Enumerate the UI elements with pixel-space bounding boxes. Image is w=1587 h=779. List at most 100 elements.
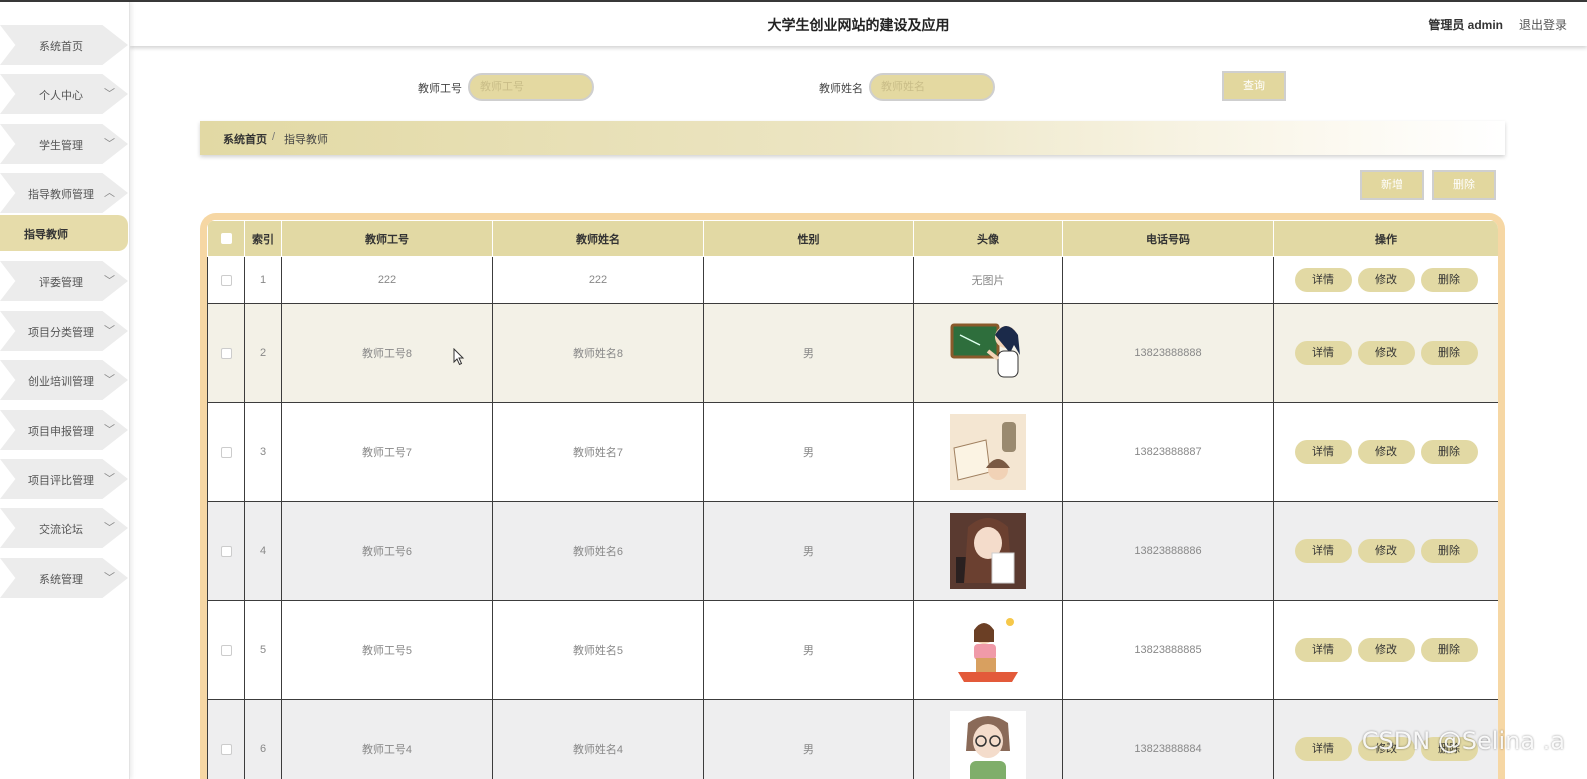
row-select-cell [207,303,245,403]
delete-button[interactable]: 删除 [1420,638,1478,662]
chevron-down-icon: ﹀ [104,374,115,386]
edit-button[interactable]: 修改 [1357,341,1415,365]
row-checkbox[interactable] [220,644,232,656]
sidebar-item-judges[interactable]: 评委管理 ﹀ [0,261,128,301]
teacher-name-cell: 222 [492,256,704,304]
sidebar-item-system[interactable]: 系统管理 ﹀ [0,558,128,598]
delete-button[interactable]: 删除 [1420,539,1478,563]
table-row: 4 教师工号6 教师姓名6 男 13823888886 详情 修改 删除 [207,501,1498,601]
detail-button[interactable]: 详情 [1294,737,1352,761]
table-row: 1 222 222 无图片 详情 修改 删除 [207,256,1498,304]
chevron-down-icon: ﹀ [104,275,115,287]
sidebar-item-project-review[interactable]: 项目评比管理 ﹀ [0,459,128,499]
index-cell: 6 [244,699,282,779]
teacher-table: 索引 教师工号 教师姓名 性别 头像 电话号码 操作 1 222 222 无图片… [207,220,1498,779]
index-cell: 5 [244,600,282,700]
sidebar-item-personal-center[interactable]: 个人中心 ﹀ [0,74,128,114]
sidebar: 系统首页 个人中心 ﹀ 学生管理 ﹀ 指导教师管理 ︿ 指导教师 评委管理 ﹀ … [0,2,130,779]
row-checkbox[interactable] [220,446,232,458]
gender-cell: 男 [703,501,914,601]
detail-button[interactable]: 详情 [1294,268,1352,292]
gender-cell [703,256,914,304]
avatar-cell [913,501,1063,601]
teacher-id-label: 教师工号 [418,83,462,95]
breadcrumb-home[interactable]: 系统首页 [223,131,267,147]
sidebar-item-students[interactable]: 学生管理 ﹀ [0,124,128,164]
row-checkbox[interactable] [220,347,232,359]
column-header: 教师姓名 [492,220,704,257]
sidebar-subitem-teachers[interactable]: 指导教师 [0,215,128,251]
sidebar-item-project-category[interactable]: 项目分类管理 ﹀ [0,311,128,351]
chevron-down-icon: ﹀ [104,138,115,150]
teacher-at-desk-image [950,612,1026,688]
chevron-down-icon: ﹀ [104,572,115,584]
reading-book-image [950,414,1026,490]
select-all-checkbox[interactable] [220,233,232,245]
teacher-name-input[interactable] [869,73,995,101]
delete-button[interactable]: 删除 [1420,268,1478,292]
teacher-id-input[interactable] [468,73,594,101]
logout-link[interactable]: 退出登录 [1519,16,1567,33]
breadcrumb-separator: / [272,131,276,143]
teacher-id-cell: 教师工号7 [281,402,493,502]
column-header: 教师工号 [281,220,493,257]
current-user: 管理员 admin [1428,18,1503,32]
detail-button[interactable]: 详情 [1294,440,1352,464]
column-header: 索引 [244,220,282,257]
edit-button[interactable]: 修改 [1357,539,1415,563]
query-button[interactable]: 查询 [1222,71,1286,101]
table-row: 6 教师工号4 教师姓名4 男 13823888884 详情修改 删除 [207,699,1498,779]
index-cell: 2 [244,303,282,403]
sidebar-item-teachers[interactable]: 指导教师管理 ︿ [0,173,128,213]
teacher-id-cell: 教师工号4 [281,699,493,779]
phone-cell: 13823888885 [1062,600,1274,700]
teacher-id-cell: 教师工号6 [281,501,493,601]
phone-cell: 13823888884 [1062,699,1274,779]
row-checkbox[interactable] [220,274,232,286]
teacher-blackboard-image [950,323,1020,378]
bulk-delete-button[interactable]: 删除 [1432,170,1496,200]
edit-button[interactable]: 修改 [1357,638,1415,662]
chevron-down-icon: ﹀ [104,424,115,436]
row-checkbox[interactable] [220,545,232,557]
table-header-row: 索引 教师工号 教师姓名 性别 头像 电话号码 操作 [207,220,1498,257]
row-checkbox[interactable] [220,743,232,755]
gender-cell: 男 [703,303,914,403]
teacher-id-cell: 教师工号5 [281,600,493,700]
avatar-cell [913,303,1063,403]
gender-cell: 男 [703,699,914,779]
sidebar-item-forum[interactable]: 交流论坛 ﹀ [0,508,128,548]
sidebar-item-training[interactable]: 创业培训管理 ﹀ [0,360,128,400]
row-select-cell [207,256,245,304]
chevron-down-icon: ﹀ [104,325,115,337]
sidebar-item-label: 系统首页 [39,41,83,53]
teacher-table-container: 索引 教师工号 教师姓名 性别 头像 电话号码 操作 1 222 222 无图片… [200,213,1505,779]
edit-button[interactable]: 修改 [1357,268,1415,292]
add-button[interactable]: 新增 [1360,170,1424,200]
column-header: 操作 [1273,220,1498,257]
operations-cell: 详情 修改 删除 [1273,501,1498,601]
select-all-header[interactable] [207,220,245,257]
detail-button[interactable]: 详情 [1294,638,1352,662]
girl-with-paper-image [950,513,1026,589]
avatar-cell [913,402,1063,502]
delete-button[interactable]: 删除 [1420,341,1478,365]
breadcrumb-current: 指导教师 [284,134,328,146]
row-select-cell [207,402,245,502]
sidebar-item-home[interactable]: 系统首页 [0,25,128,65]
detail-button[interactable]: 详情 [1294,539,1352,563]
delete-button[interactable]: 删除 [1420,440,1478,464]
teacher-name-cell: 教师姓名8 [492,303,704,403]
chevron-down-icon: ﹀ [104,522,115,534]
sidebar-subitem-label: 指导教师 [24,229,68,241]
edit-button[interactable]: 修改 [1357,440,1415,464]
teacher-id-cell: 222 [281,256,493,304]
page-title: 大学生创业网站的建设及应用 [767,17,950,33]
row-select-cell [207,600,245,700]
sidebar-item-project-apply[interactable]: 项目申报管理 ﹀ [0,410,128,450]
detail-button[interactable]: 详情 [1294,341,1352,365]
column-header: 电话号码 [1062,220,1274,257]
phone-cell [1062,256,1274,304]
chevron-up-icon: ︿ [104,187,115,199]
row-select-cell [207,699,245,779]
